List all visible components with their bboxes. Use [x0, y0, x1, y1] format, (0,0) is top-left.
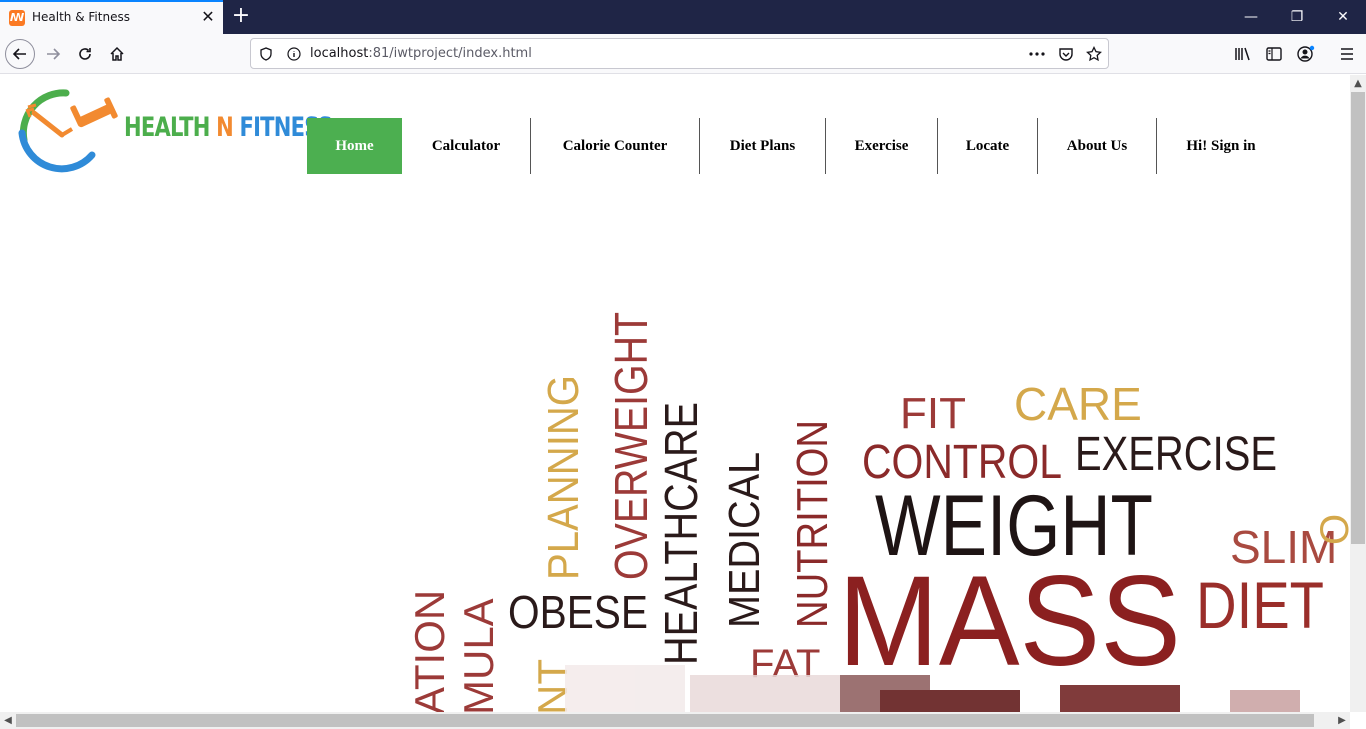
xampp-favicon-icon: ꟿ — [9, 10, 25, 26]
more-actions-icon[interactable] — [1028, 45, 1046, 63]
minimize-button[interactable]: — — [1228, 0, 1274, 34]
word-nutrition: NUTRITION — [788, 420, 837, 628]
url-path: :81/iwtproject/index.html — [368, 46, 532, 61]
nav-about-us[interactable]: About Us — [1038, 118, 1157, 174]
reload-icon — [79, 48, 91, 60]
new-tab-button[interactable]: + — [229, 4, 253, 28]
url-text: localhost:81/iwtproject/index.html — [310, 46, 532, 61]
horizontal-scroll-thumb[interactable] — [16, 714, 1314, 727]
info-icon[interactable] — [285, 45, 303, 63]
site-logo[interactable]: HEALTH N FITNESS — [14, 85, 333, 175]
nav-calorie-counter[interactable]: Calorie Counter — [531, 118, 700, 174]
back-button[interactable] — [5, 39, 35, 69]
word-mass: MASS — [838, 550, 1181, 693]
url-host: localhost — [310, 46, 369, 61]
fork-dumbbell-logo-icon — [18, 89, 118, 173]
forward-button[interactable] — [38, 39, 68, 69]
reload-button[interactable] — [70, 39, 100, 69]
word-fit: FIT — [900, 389, 966, 438]
account-button[interactable] — [1291, 39, 1321, 69]
main-nav: Home Calculator Calorie Counter Diet Pla… — [307, 118, 1285, 174]
sidebar-icon — [1266, 47, 1282, 61]
browser-tab[interactable]: ꟿ Health & Fitness ✕ — [0, 0, 223, 34]
logo-wordmark: HEALTH N FITNESS — [124, 112, 333, 143]
pocket-icon[interactable] — [1057, 45, 1075, 63]
scroll-up-icon[interactable]: ▲ — [1350, 75, 1366, 92]
word-overweight: OVERWEIGHT — [605, 312, 657, 580]
logo-text-health: HEALTH — [124, 112, 217, 143]
address-bar[interactable]: localhost:81/iwtproject/index.html — [250, 38, 1109, 69]
word-exercise: EXERCISE — [1075, 428, 1277, 481]
word-partial-right: O — [1313, 514, 1350, 545]
word-diet: DIET — [1196, 568, 1324, 642]
nav-exercise[interactable]: Exercise — [826, 118, 938, 174]
hamburger-icon — [1341, 48, 1353, 60]
arrow-left-icon — [12, 48, 26, 60]
word-planning: PLANNING — [539, 375, 588, 580]
window-close-button[interactable]: ✕ — [1320, 0, 1366, 34]
browser-titlebar: ꟿ Health & Fitness ✕ + — ❐ ✕ — [0, 0, 1366, 34]
nav-calculator[interactable]: Calculator — [402, 118, 531, 174]
word-mula: MULA — [455, 598, 502, 712]
home-icon — [110, 46, 124, 61]
word-obese: OBESE — [508, 586, 648, 638]
browser-navbar: localhost:81/iwtproject/index.html — [0, 34, 1366, 74]
logo-text-n: N — [216, 112, 240, 143]
nav-home[interactable]: Home — [307, 118, 402, 174]
nav-diet-plans[interactable]: Diet Plans — [700, 118, 826, 174]
bookmark-star-icon[interactable] — [1085, 45, 1103, 63]
shield-icon[interactable] — [257, 45, 275, 63]
scroll-right-icon[interactable]: ▶ — [1334, 712, 1350, 729]
word-healthcare: HEALTHCARE — [655, 402, 707, 665]
tab-title: Health & Fitness — [32, 10, 130, 24]
tab-close-icon[interactable]: ✕ — [198, 7, 218, 27]
arrow-right-icon — [47, 48, 61, 60]
word-medical: MEDICAL — [720, 452, 769, 628]
account-icon — [1297, 45, 1315, 62]
scroll-left-icon[interactable]: ◀ — [0, 712, 16, 729]
nav-sign-in[interactable]: Hi! Sign in — [1157, 118, 1285, 174]
library-icon — [1235, 47, 1250, 61]
vertical-scroll-thumb[interactable] — [1351, 92, 1365, 544]
library-button[interactable] — [1228, 39, 1258, 69]
menu-button[interactable] — [1332, 39, 1362, 69]
word-care: CARE — [1014, 378, 1142, 430]
restore-button[interactable]: ❐ — [1274, 0, 1320, 34]
nav-locate[interactable]: Locate — [938, 118, 1038, 174]
home-button[interactable] — [102, 39, 132, 69]
sidebar-button[interactable] — [1259, 39, 1289, 69]
page-viewport: FIT CARE CONTROL EXERCISE WEIGHT SLIM MA… — [0, 75, 1350, 712]
word-ation: ATION — [406, 590, 453, 712]
